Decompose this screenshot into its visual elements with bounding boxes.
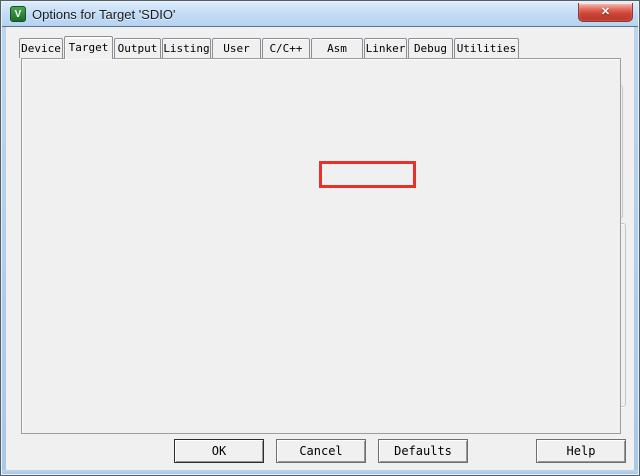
window-title: Options for Target 'SDIO': [32, 7, 175, 22]
ok-button[interactable]: OK: [174, 439, 264, 463]
tab-device[interactable]: Device: [19, 38, 63, 58]
keil-uvision-icon: V: [10, 6, 26, 22]
tab-output[interactable]: Output: [114, 38, 161, 58]
close-button[interactable]: ✕: [578, 3, 633, 22]
window-frame-right: [634, 27, 638, 474]
tab-asm[interactable]: Asm: [311, 38, 363, 58]
help-button[interactable]: Help: [536, 439, 626, 463]
tab-linker[interactable]: Linker: [364, 38, 407, 58]
tab-target[interactable]: Target: [64, 36, 113, 59]
target-tab-page: [21, 58, 621, 434]
tab-user[interactable]: User: [212, 38, 261, 58]
tab-listing[interactable]: Listing: [162, 38, 211, 58]
titlebar[interactable]: V Options for Target 'SDIO' ✕: [2, 2, 638, 27]
tab-c-cpp[interactable]: C/C++: [262, 38, 310, 58]
defaults-button[interactable]: Defaults: [378, 439, 468, 463]
cancel-button[interactable]: Cancel: [276, 439, 366, 463]
window-frame-left: [2, 27, 6, 474]
dialog-window: V Options for Target 'SDIO' ✕ Device Tar…: [0, 0, 640, 476]
window-frame-bottom: [2, 470, 638, 474]
tab-strip: Device Target Output Listing User C/C++ …: [19, 36, 520, 59]
tab-utilities[interactable]: Utilities: [454, 38, 519, 58]
tab-debug[interactable]: Debug: [408, 38, 453, 58]
